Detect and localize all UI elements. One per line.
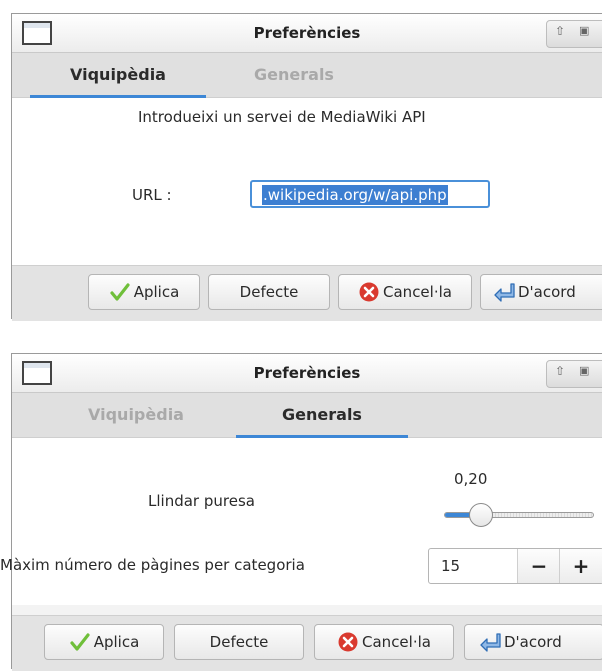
shade-up-icon[interactable]: ⇧ bbox=[555, 364, 565, 378]
threshold-slider-handle[interactable] bbox=[469, 503, 494, 527]
title-bar[interactable]: Preferències ⇧ ▣ bbox=[12, 14, 602, 53]
apply-button-label: Aplica bbox=[93, 633, 140, 651]
window-title: Preferències bbox=[253, 364, 361, 382]
cancel-icon bbox=[338, 632, 358, 652]
tab-viquipedia[interactable]: Viquipèdia bbox=[30, 65, 206, 84]
ok-button[interactable]: D'acord bbox=[480, 274, 602, 310]
intro-text: Introdueixi un servei de MediaWiki API bbox=[138, 108, 426, 126]
cancel-button-label: Cancel·la bbox=[362, 633, 431, 651]
threshold-label: Llindar puresa bbox=[148, 492, 255, 510]
return-arrow-icon bbox=[480, 633, 501, 652]
button-bar: Aplica Defecte Cancel·la D'acord bbox=[12, 265, 602, 321]
tab-viquipedia[interactable]: Viquipèdia bbox=[38, 405, 234, 424]
default-button-label: Defecte bbox=[239, 283, 299, 301]
tab-content-viquipedia: Introdueixi un servei de MediaWiki API U… bbox=[12, 98, 602, 265]
return-arrow-icon bbox=[494, 283, 515, 302]
button-bar: Aplica Defecte Cancel·la D'acord bbox=[12, 615, 602, 671]
window-title: Preferències bbox=[253, 24, 361, 42]
increment-button[interactable]: + bbox=[559, 549, 602, 583]
default-button[interactable]: Defecte bbox=[208, 274, 330, 310]
default-button-label: Defecte bbox=[209, 633, 269, 651]
apply-button[interactable]: Aplica bbox=[88, 274, 200, 310]
window-controls: ⇧ ▣ bbox=[546, 360, 602, 388]
tab-bar: Viquipèdia Generals bbox=[12, 393, 602, 438]
title-bar[interactable]: Preferències ⇧ ▣ bbox=[12, 354, 602, 393]
tab-content-generals: Llindar puresa 0,20 Màxim número de pàgi… bbox=[0, 438, 602, 605]
tab-bar: Viquipèdia Generals bbox=[12, 53, 602, 98]
checkmark-icon bbox=[70, 633, 90, 651]
ok-button-label: D'acord bbox=[518, 283, 576, 301]
maximize-icon[interactable]: ▣ bbox=[579, 364, 589, 377]
max-pages-label: Màxim número de pàgines per categoria bbox=[0, 556, 305, 574]
cancel-icon bbox=[359, 282, 379, 302]
tab-generals[interactable]: Generals bbox=[236, 405, 408, 424]
cancel-button[interactable]: Cancel·la bbox=[338, 274, 472, 310]
cancel-button[interactable]: Cancel·la bbox=[314, 624, 454, 660]
window-controls: ⇧ ▣ bbox=[546, 20, 602, 48]
preferences-window-viquipedia: Preferències ⇧ ▣ Viquipèdia Generals Int… bbox=[11, 13, 602, 321]
tab-generals[interactable]: Generals bbox=[206, 65, 382, 84]
max-pages-spinbox: 15 − + bbox=[428, 548, 602, 584]
url-label: URL : bbox=[132, 186, 172, 204]
apply-button-label: Aplica bbox=[133, 283, 180, 301]
apply-button[interactable]: Aplica bbox=[44, 624, 164, 660]
cancel-button-label: Cancel·la bbox=[383, 283, 452, 301]
ok-button-label: D'acord bbox=[504, 633, 562, 651]
threshold-value: 0,20 bbox=[454, 470, 488, 488]
url-input-selected-text: .wikipedia.org/w/api.php bbox=[262, 185, 448, 205]
default-button[interactable]: Defecte bbox=[174, 624, 304, 660]
preferences-window-generals: Preferències ⇧ ▣ Viquipèdia Generals Lli… bbox=[0, 353, 602, 671]
url-input[interactable]: .wikipedia.org/w/api.php bbox=[250, 180, 490, 208]
maximize-icon[interactable]: ▣ bbox=[579, 24, 589, 37]
ok-button[interactable]: D'acord bbox=[464, 624, 602, 660]
max-pages-input[interactable]: 15 bbox=[441, 557, 460, 575]
decrement-button[interactable]: − bbox=[517, 549, 560, 583]
threshold-slider[interactable] bbox=[444, 512, 594, 518]
shade-up-icon[interactable]: ⇧ bbox=[555, 24, 565, 38]
checkmark-icon bbox=[110, 283, 130, 301]
